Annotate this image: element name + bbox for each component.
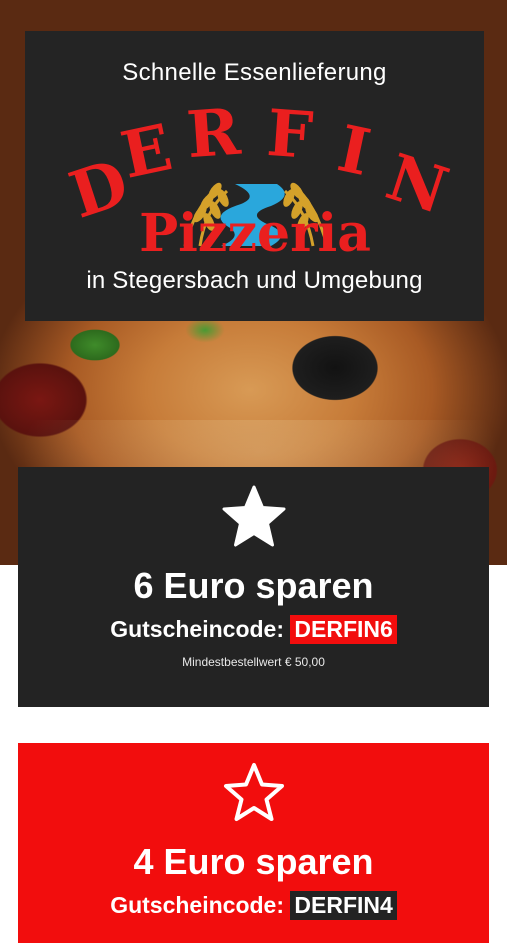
coupon-card-6-euro[interactable]: 6 Euro sparen Gutscheincode: DERFIN6 Min… bbox=[18, 467, 489, 707]
coupon-minimum-order: Mindestbestellwert € 50,00 bbox=[182, 655, 325, 669]
coupon-code-label: Gutscheincode: bbox=[110, 892, 284, 918]
logo-letter-n: N bbox=[378, 140, 457, 229]
coupon-code-label: Gutscheincode: bbox=[110, 616, 284, 642]
coupon-code-line: Gutscheincode: DERFIN6 bbox=[18, 615, 489, 644]
coupon-code-line: Gutscheincode: DERFIN4 bbox=[18, 891, 489, 920]
coupon-amount: 6 Euro sparen bbox=[133, 565, 374, 606]
pizzeria-logo: D E R F I N Pizzeria bbox=[61, 106, 457, 264]
logo-letter-f: F bbox=[265, 106, 316, 174]
coupon-amount: 4 Euro sparen bbox=[133, 841, 374, 882]
logo-letter-i: I bbox=[332, 111, 377, 191]
coupon-code[interactable]: DERFIN4 bbox=[290, 891, 397, 920]
tagline-top: Schnelle Essenlieferung bbox=[122, 59, 387, 86]
tagline-bottom: in Stegersbach und Umgebung bbox=[86, 267, 423, 294]
star-filled-icon bbox=[18, 485, 489, 552]
coupon-card-4-euro[interactable]: 4 Euro sparen Gutscheincode: DERFIN4 bbox=[18, 743, 489, 943]
logo-letter-r: R bbox=[184, 106, 243, 173]
coupon-code[interactable]: DERFIN6 bbox=[290, 615, 397, 644]
star-outline-icon bbox=[18, 761, 489, 828]
logo-box: Schnelle Essenlieferung D E R F I N Pizz… bbox=[25, 31, 484, 321]
logo-subtitle: Pizzeria bbox=[139, 203, 371, 264]
